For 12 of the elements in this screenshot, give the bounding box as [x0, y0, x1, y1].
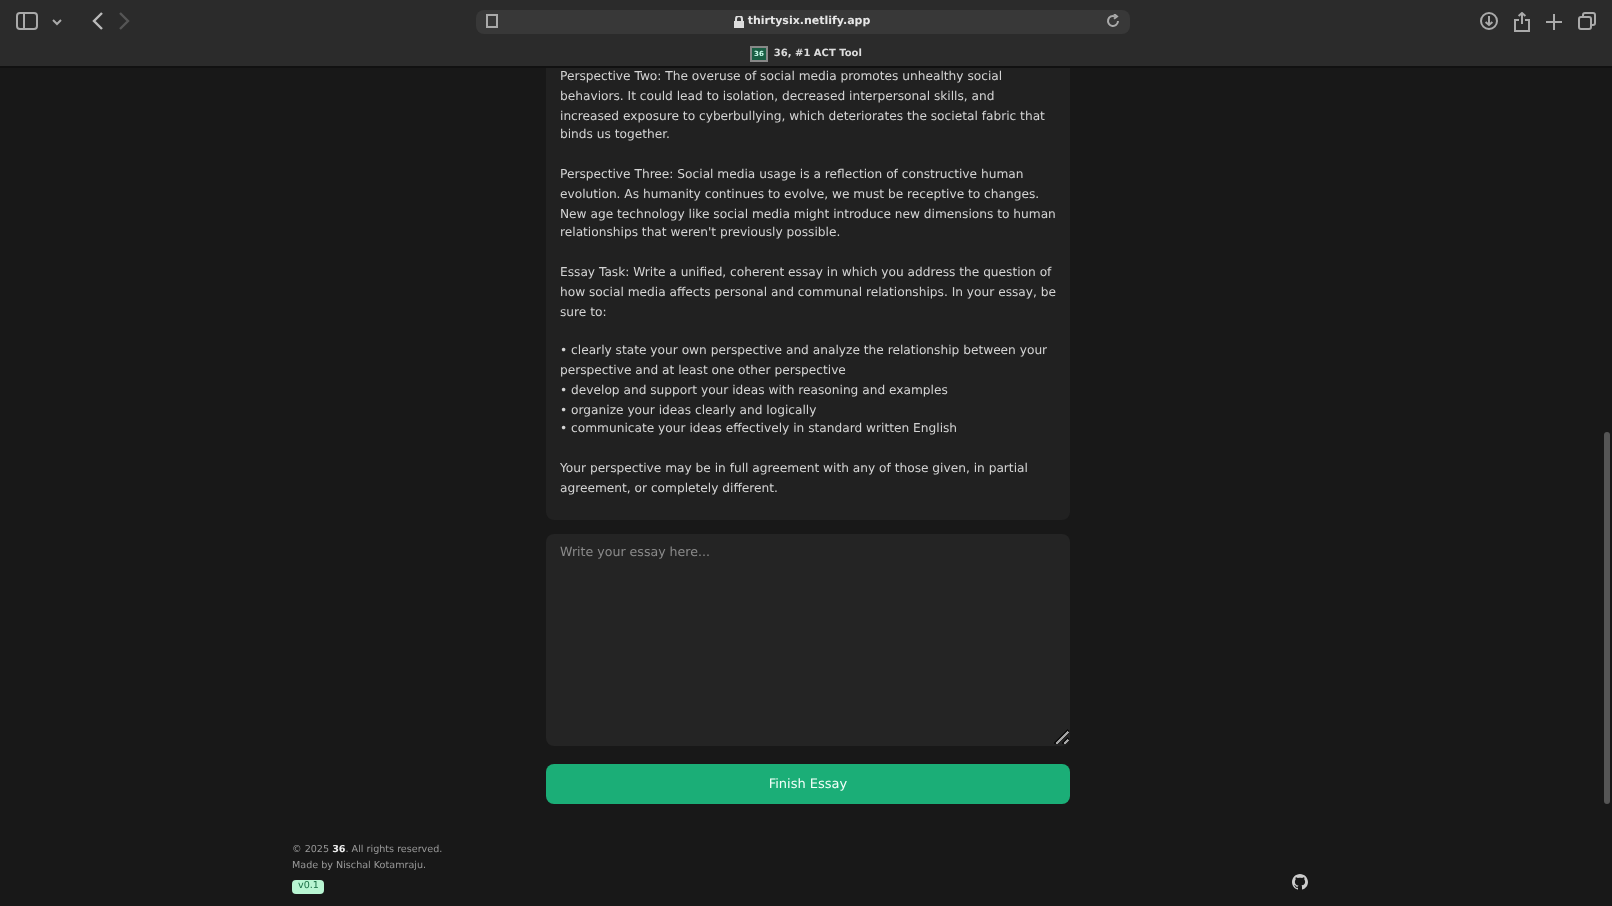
share-icon[interactable] [1514, 11, 1530, 31]
plus-icon[interactable] [1546, 13, 1562, 29]
github-icon[interactable] [1292, 874, 1308, 891]
scrollbar[interactable] [1604, 432, 1610, 804]
tabs-icon[interactable] [1578, 12, 1596, 30]
back-icon[interactable] [92, 12, 104, 30]
sidebar-icon[interactable] [16, 12, 38, 30]
page-icon [486, 14, 498, 28]
chevron-down-icon[interactable] [52, 17, 62, 25]
download-icon[interactable] [1480, 12, 1498, 30]
lock-icon [733, 15, 744, 27]
reload-icon[interactable] [1105, 14, 1120, 28]
